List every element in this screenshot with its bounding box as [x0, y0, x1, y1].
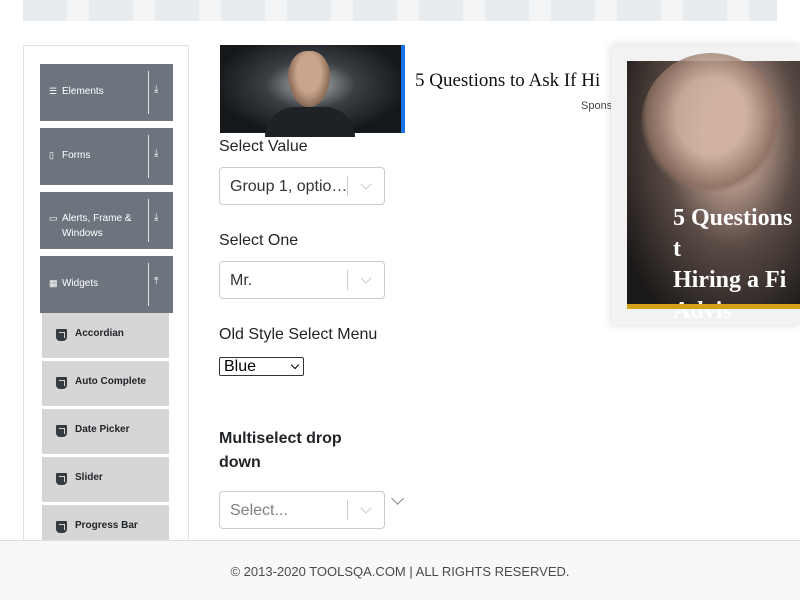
group-divider: [148, 199, 149, 242]
old-style-select[interactable]: Blue: [219, 357, 304, 376]
sidebar-group-elements[interactable]: ☰ Elements ⤓: [40, 64, 173, 121]
list-icon: ☰: [49, 86, 58, 96]
sidebar-group-alerts[interactable]: ▭ Alerts, Frame & Windows ⤓: [40, 192, 173, 249]
sidebar-group-forms[interactable]: ▯ Forms ⤓: [40, 128, 173, 185]
multiselect-placeholder: Select...: [230, 502, 288, 519]
sidebar-item-label: Progress Bar: [75, 520, 138, 531]
multiselect-label: Multiselect drop down: [219, 430, 342, 471]
sidebar-item-date-picker[interactable]: Date Picker: [42, 409, 169, 454]
old-style-select-value: Blue: [224, 358, 257, 375]
sidebar-group-label: Elements: [62, 86, 104, 97]
multiselect-dropdown[interactable]: Select...: [219, 491, 385, 529]
chevron-down-icon[interactable]: [391, 492, 404, 505]
select-value-current: Group 1, option 1: [230, 178, 348, 195]
select-one-current: Mr.: [230, 272, 253, 289]
chevron-down-icon[interactable]: [360, 502, 372, 514]
html5-icon: [56, 473, 67, 485]
group-divider: [148, 135, 149, 178]
ad-portrait-shoulders: [265, 107, 355, 137]
html5-icon: [56, 425, 67, 437]
group-divider: [148, 263, 149, 306]
sidebar-group-label: Alerts, Frame & Windows: [62, 213, 132, 239]
dropdown-separator: [347, 176, 348, 196]
dropdown-separator: [347, 270, 348, 290]
sidebar-item-accordian[interactable]: Accordian: [42, 313, 169, 358]
floating-ad[interactable]: 5 Questions t Hiring a Fi Advis: [611, 45, 800, 325]
expand-arrow-icon[interactable]: ⤓: [154, 212, 158, 223]
top-ad-banner[interactable]: [23, 0, 777, 21]
sidebar-item-label: Slider: [75, 472, 103, 483]
form-icon: ▯: [49, 150, 54, 160]
dropdown-separator: [347, 500, 348, 520]
ad-sponsor-label: Spons: [581, 100, 613, 112]
ad-image[interactable]: [220, 45, 405, 137]
expand-arrow-icon[interactable]: ⤓: [154, 148, 158, 159]
chevron-down-icon[interactable]: [360, 178, 372, 190]
ad-portrait: [288, 51, 330, 107]
sidebar-item-slider[interactable]: Slider: [42, 457, 169, 502]
sidebar-item-label: Accordian: [75, 328, 124, 339]
chevron-down-icon[interactable]: [290, 360, 300, 370]
ad-title[interactable]: 5 Questions to Ask If Hi: [415, 70, 615, 92]
html5-icon: [56, 329, 67, 341]
html5-icon: [56, 521, 67, 533]
sidebar-group-widgets[interactable]: ▦ Widgets ⤒: [40, 256, 173, 313]
left-sidebar: ☰ Elements ⤓ ▯ Forms ⤓ ▭ Alerts, Frame &…: [23, 45, 189, 565]
footer: © 2013-2020 TOOLSQA.COM | ALL RIGHTS RES…: [0, 540, 800, 600]
collapse-arrow-icon[interactable]: ⤒: [154, 276, 158, 287]
select-one-label: Select One: [219, 232, 299, 249]
sidebar-item-label: Auto Complete: [75, 376, 147, 387]
floating-ad-accent-bar: [627, 304, 800, 309]
sidebar-item-auto-complete[interactable]: Auto Complete: [42, 361, 169, 406]
sidebar-item-label: Date Picker: [75, 424, 130, 435]
sidebar-group-label: Forms: [62, 150, 91, 161]
footer-copyright: © 2013-2020 TOOLSQA.COM | ALL RIGHTS RES…: [230, 564, 570, 579]
expand-arrow-icon[interactable]: ⤓: [154, 84, 158, 95]
select-value-dropdown[interactable]: Group 1, option 1: [219, 167, 385, 205]
select-one-dropdown[interactable]: Mr.: [219, 261, 385, 299]
window-icon: ▭: [49, 213, 58, 223]
select-value-label: Select Value: [219, 138, 308, 155]
chevron-down-icon[interactable]: [360, 272, 372, 284]
group-divider: [148, 71, 149, 114]
widgets-icon: ▦: [49, 278, 58, 288]
old-style-select-label: Old Style Select Menu: [219, 326, 378, 343]
sidebar-group-label: Widgets: [62, 278, 99, 289]
html5-icon: [56, 377, 67, 389]
floating-ad-portrait: [641, 53, 781, 193]
